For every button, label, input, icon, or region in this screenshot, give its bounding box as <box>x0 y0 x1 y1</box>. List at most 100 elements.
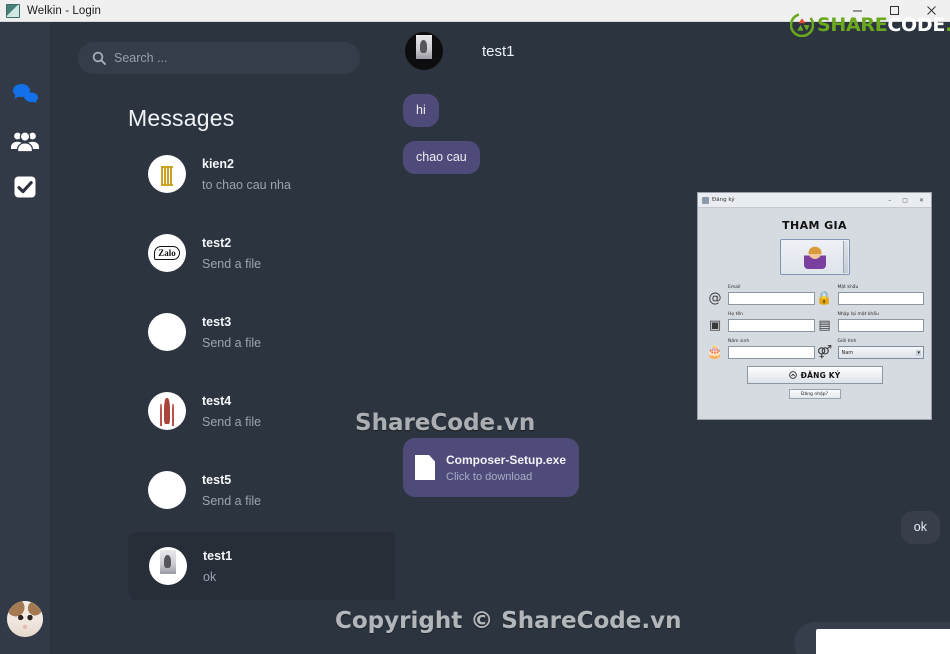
list-item-test1[interactable]: test1 ok <box>128 532 424 600</box>
screenshot-form-row: 🎂 Năm sinh ⚤ Giới tính Nam <box>705 339 924 359</box>
conversation-preview: to chao cau nha <box>202 177 291 192</box>
gender-icon: ⚤ <box>816 345 833 360</box>
message-bubble-incoming: chao cau <box>403 141 480 174</box>
conversation-preview: Send a file <box>202 493 262 508</box>
sidebar-item-chats[interactable] <box>0 72 50 118</box>
screenshot-form-row: ▣ Họ tên ▤ Nhập lại mật khẩu <box>705 312 924 332</box>
photo-avatar <box>405 32 443 70</box>
list-item-test4[interactable]: test4 Send a file <box>128 377 424 445</box>
chat-contact-name: test1 <box>482 42 515 60</box>
message-thread: hi chao cau Đăng ký – ▢ ✕ THAM GIA @ Ema… <box>395 80 950 600</box>
maximize-button[interactable] <box>876 0 913 22</box>
page-title: Messages <box>128 105 235 131</box>
conversation-list-panel: Search ... Messages kien2 to chao cau nh… <box>50 22 439 654</box>
screenshot-title: Đăng ký <box>712 197 735 203</box>
screenshot-titlebar: Đăng ký – ▢ ✕ <box>698 193 931 208</box>
person-card-icon: ▣ <box>708 318 722 333</box>
screenshot-field-label: Email <box>728 285 741 290</box>
file-name: Composer-Setup.exe <box>446 452 567 467</box>
photo-avatar <box>149 547 187 585</box>
screenshot-window-controls: – ▢ ✕ <box>888 196 924 204</box>
w-logo-avatar: W <box>148 313 186 351</box>
conversation-name: kien2 <box>202 156 234 171</box>
window-titlebar: Welkin - Login <box>0 0 950 22</box>
maximize-icon <box>890 6 899 15</box>
anatomy-avatar <box>148 392 186 430</box>
screenshot-register-label: ĐĂNG KÝ <box>800 370 841 380</box>
screenshot-form: @ Email 🔒 Mật khẩu ▣ Họ tên ▤ Nhập lại m… <box>705 285 924 359</box>
conversation-name: test4 <box>202 393 232 408</box>
search-icon <box>92 51 106 65</box>
screenshot-field-label: Năm sinh <box>728 339 750 344</box>
conversation-name: test2 <box>202 235 232 250</box>
conversation-name: test5 <box>202 472 232 487</box>
conversation-name: test3 <box>202 314 232 329</box>
w-logo-avatar: W <box>148 471 186 509</box>
at-icon: @ <box>708 291 722 306</box>
checkbox-icon <box>14 176 36 198</box>
close-icon <box>927 6 936 15</box>
screenshot-field-label: Giới tính <box>837 339 857 344</box>
people-icon <box>11 131 39 152</box>
chat-bubbles-icon <box>12 84 39 106</box>
sidebar-rail <box>0 22 50 654</box>
screenshot-field-label: Mật khẩu <box>837 285 859 290</box>
message-image-screenshot[interactable]: Đăng ký – ▢ ✕ THAM GIA @ Email 🔒 Mật khẩ… <box>697 192 932 420</box>
window-title: Welkin - Login <box>27 4 102 17</box>
list-item-test3[interactable]: W test3 Send a file <box>128 298 424 366</box>
screenshot-heading: THAM GIA <box>782 219 847 232</box>
search-input[interactable]: Search ... <box>78 42 360 74</box>
screenshot-login-link: Đăng nhập? <box>788 389 841 399</box>
chat-panel: test1 hi chao cau Đăng ký –▢✕ THAM GIA <box>395 22 950 654</box>
screenshot-register-button: ĐĂNG KÝ <box>746 366 883 384</box>
cat-avatar <box>7 601 43 637</box>
captcha-icon: ▤ <box>818 318 831 333</box>
app-window: Welkin - Login Search ... Messages kien2… <box>0 0 950 654</box>
screenshot-app-icon <box>702 196 709 204</box>
message-input[interactable] <box>816 629 950 654</box>
w-logo-avatar-label: W <box>156 319 178 342</box>
lock-icon: 🔒 <box>816 291 833 306</box>
screenshot-repassword-field <box>837 319 924 332</box>
file-icon <box>415 455 435 480</box>
message-composer <box>794 622 950 654</box>
list-item-test2[interactable]: Zalo test2 Send a file <box>128 219 424 287</box>
screenshot-password-field <box>837 292 924 305</box>
user-avatar[interactable] <box>7 601 43 637</box>
message-bubble-incoming: hi <box>403 94 439 127</box>
power-icon <box>788 371 797 379</box>
message-file-attachment[interactable]: Composer-Setup.exe Click to download <box>403 438 579 497</box>
barcode-avatar <box>148 155 186 193</box>
conversation-list: kien2 to chao cau nha Zalo test2 Send a … <box>50 140 424 630</box>
zalo-avatar: Zalo <box>148 234 186 272</box>
list-item-kien2[interactable]: kien2 to chao cau nha <box>128 140 424 208</box>
chat-header: test1 <box>395 22 950 80</box>
window-controls <box>839 0 950 22</box>
minimize-icon <box>853 10 862 12</box>
screenshot-field-label: Họ tên <box>728 312 743 317</box>
screenshot-avatar-picker <box>779 239 850 275</box>
screenshot-gender-select: Nam <box>837 346 924 359</box>
screenshot-person-icon <box>803 245 826 269</box>
minimize-button[interactable] <box>839 0 876 22</box>
screenshot-fullname-field <box>728 319 815 332</box>
screenshot-scrollbar <box>842 241 848 273</box>
close-button[interactable] <box>913 0 950 22</box>
list-item-test5[interactable]: W test5 Send a file <box>128 456 424 524</box>
conversation-preview: Send a file <box>202 335 262 350</box>
screenshot-email-field <box>728 292 815 305</box>
conversation-name: test1 <box>203 548 233 563</box>
app-icon <box>6 3 20 18</box>
file-download-hint: Click to download <box>446 470 533 483</box>
sidebar-item-contacts[interactable] <box>0 118 50 164</box>
screenshot-login-label: Đăng nhập? <box>800 391 829 397</box>
w-logo-avatar-label: W <box>156 477 178 500</box>
message-bubble-outgoing: ok <box>900 511 940 544</box>
sidebar-item-tasks[interactable] <box>0 164 50 210</box>
screenshot-form-row: @ Email 🔒 Mật khẩu <box>705 285 924 305</box>
screenshot-birthyear-field <box>728 346 815 359</box>
screenshot-gender-value: Nam <box>841 349 854 356</box>
search-placeholder: Search ... <box>114 51 168 65</box>
cake-icon: 🎂 <box>706 345 724 360</box>
zalo-avatar-label: Zalo <box>154 246 180 260</box>
